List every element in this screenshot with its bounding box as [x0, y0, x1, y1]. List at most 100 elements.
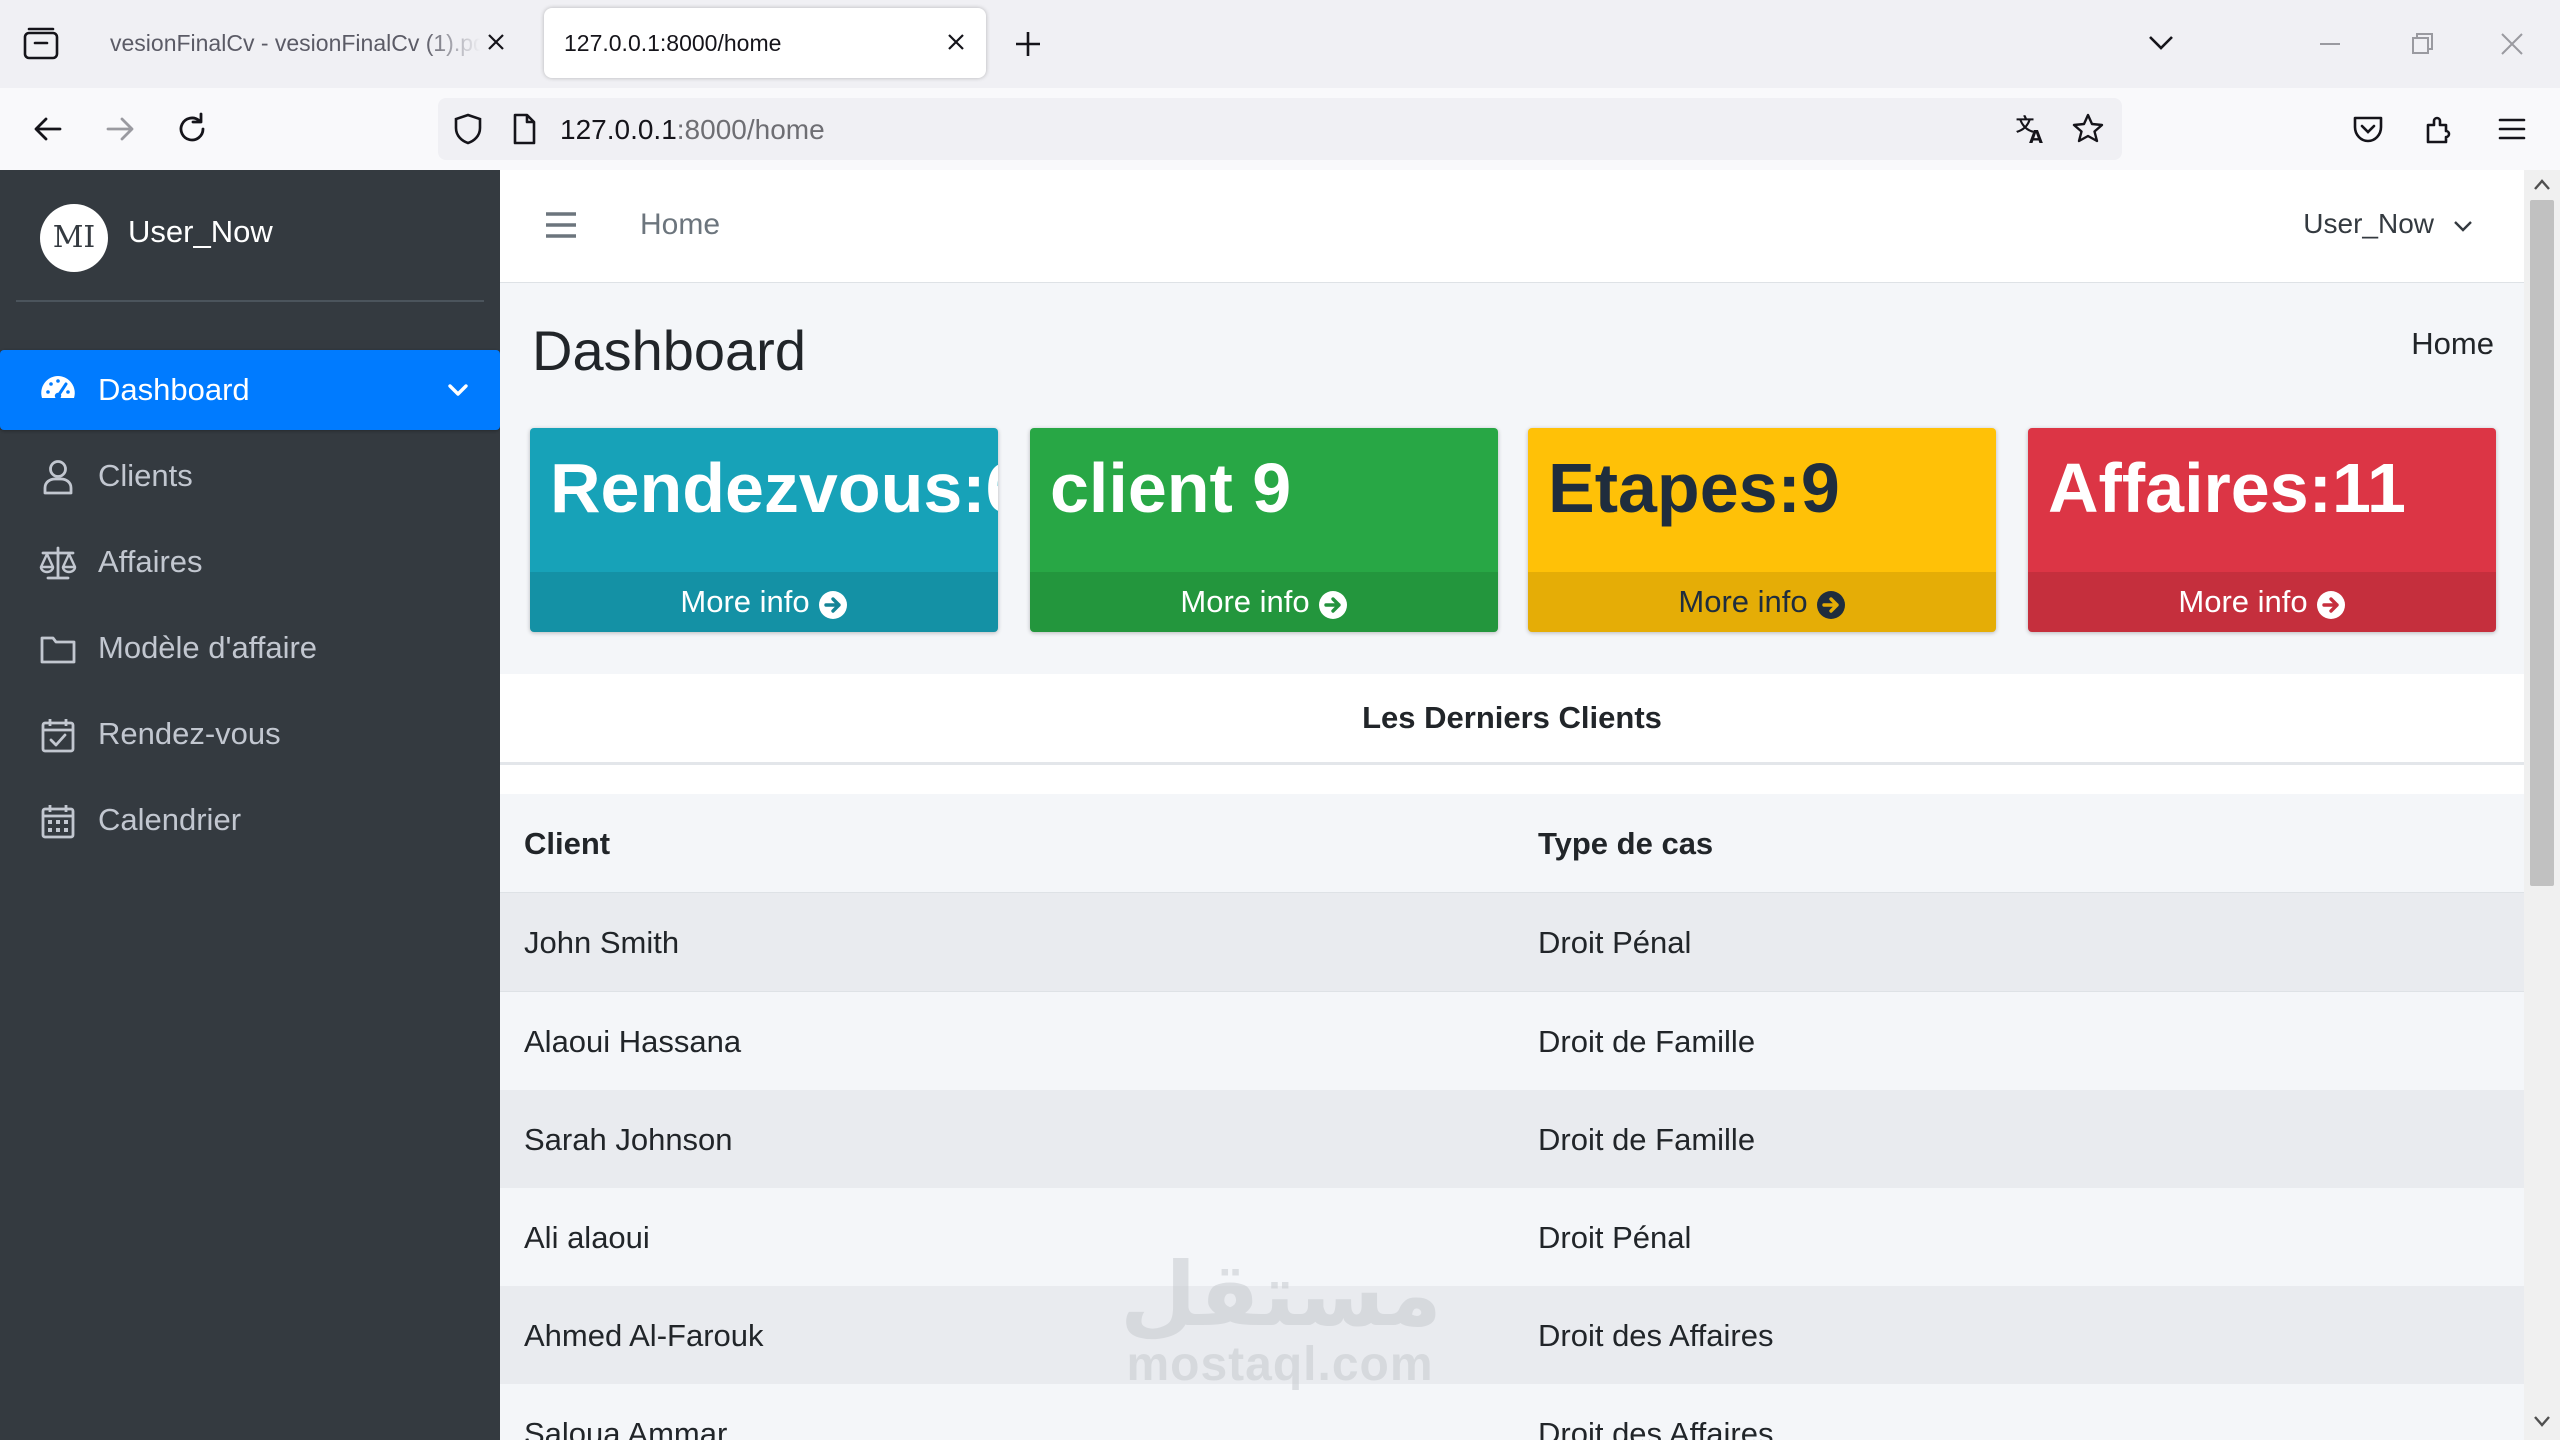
table-row: Sarah Johnson Droit de Famille	[500, 1090, 2524, 1189]
page-icon	[513, 113, 536, 145]
sidebar-item-modele-affaire[interactable]: Modèle d'affaire	[0, 608, 500, 688]
latest-clients-card: Les Derniers Clients Client Type de cas …	[500, 674, 2524, 1440]
sidebar-item-label: Dashboard	[98, 372, 250, 407]
arrow-circle-right-icon	[818, 590, 847, 619]
case-type: Droit Pénal	[1538, 1220, 1692, 1255]
new-tab-icon[interactable]	[1012, 28, 1044, 60]
table-row: John Smith Droit Pénal	[500, 893, 2524, 992]
tab-pdf[interactable]: vesionFinalCv - vesionFinalCv (1).pdf	[90, 8, 526, 78]
browser-tab-bar: vesionFinalCv - vesionFinalCv (1).pdf 12…	[0, 0, 2560, 88]
client-name: Saloua Ammar	[524, 1416, 728, 1440]
watermark-latin: mostaql.com	[1126, 1338, 1434, 1391]
arrow-circle-right-icon	[2316, 590, 2345, 619]
main-content: Home User_Now Dashboard Home Rendezvous:…	[500, 170, 2524, 1440]
more-info-link[interactable]: More info	[2028, 572, 2496, 632]
back-arrow-icon[interactable]	[30, 111, 66, 147]
column-header-type: Type de cas	[1538, 826, 1714, 861]
brand[interactable]: ΜI User_Now	[0, 170, 500, 304]
minimize-icon[interactable]	[2314, 28, 2346, 60]
pocket-icon[interactable]	[2350, 111, 2386, 147]
stat-box-rendezvous: Rendezvous:6 More info	[530, 428, 998, 632]
sidebar-item-affaires[interactable]: Affaires	[0, 522, 500, 602]
bookmark-star-icon[interactable]	[2070, 111, 2106, 147]
case-type: Droit Pénal	[1538, 925, 1692, 960]
tab-title: vesionFinalCv - vesionFinalCv (1).pdf	[110, 30, 480, 56]
more-info-link[interactable]: More info	[1528, 572, 1996, 632]
list-all-tabs-chevron-icon[interactable]	[2146, 30, 2176, 56]
browser-nav-bar: 127.0.0.1:8000/home 文A	[0, 88, 2560, 171]
tab-home[interactable]: 127.0.0.1:8000/home	[544, 8, 986, 78]
case-type: Droit des Affaires	[1538, 1416, 1774, 1440]
calendar-check-icon	[41, 719, 75, 753]
restore-icon[interactable]	[2406, 28, 2438, 60]
arrow-circle-right-icon	[1318, 590, 1347, 619]
close-window-icon[interactable]	[2496, 28, 2528, 60]
sidebar-item-label: Modèle d'affaire	[98, 630, 318, 665]
arrow-circle-right-icon	[1816, 590, 1845, 619]
case-type: Droit de Famille	[1538, 1024, 1756, 1059]
calendar-icon	[41, 805, 75, 839]
sidebar-item-label: Clients	[98, 458, 193, 493]
user-dropdown[interactable]: User_Now	[2303, 208, 2474, 240]
stat-box-etapes: Etapes:9 More info	[1528, 428, 1996, 632]
close-icon[interactable]	[944, 30, 968, 54]
stat-value: Affaires:11	[2048, 449, 2406, 527]
translate-icon[interactable]: 文A	[2014, 111, 2050, 147]
scroll-down-icon[interactable]	[2533, 1414, 2551, 1428]
extensions-icon[interactable]	[2422, 111, 2458, 147]
stat-value: Rendezvous:6	[550, 449, 998, 527]
sidebar-item-label: Calendrier	[98, 802, 242, 837]
sidebar: ΜI User_Now Dashboard Clients Affaires M…	[0, 170, 500, 1440]
user-name: User_Now	[2303, 208, 2434, 239]
url-text[interactable]: 127.0.0.1:8000/home	[560, 114, 825, 146]
breadcrumb[interactable]: Home	[2411, 326, 2494, 362]
tachometer-icon	[41, 376, 75, 400]
table-row: Ali alaoui Droit Pénal	[500, 1188, 2524, 1287]
brand-name: User_Now	[128, 214, 273, 249]
balance-scale-icon	[39, 546, 77, 580]
tab-title: 127.0.0.1:8000/home	[564, 30, 782, 56]
nav-home-link[interactable]: Home	[640, 208, 720, 242]
sidebar-item-clients[interactable]: Clients	[0, 436, 500, 516]
client-name: Ahmed Al-Farouk	[524, 1318, 764, 1353]
sidebar-item-dashboard[interactable]: Dashboard	[0, 350, 500, 430]
shield-icon[interactable]	[450, 111, 486, 147]
firefox-view-icon[interactable]	[22, 26, 60, 62]
stat-box-affaires: Affaires:11 More info	[2028, 428, 2496, 632]
reload-icon[interactable]	[174, 111, 210, 147]
watermark-arabic: مستقل	[1120, 1243, 1442, 1346]
page-title: Dashboard	[532, 319, 806, 382]
more-info-link[interactable]: More info	[530, 572, 998, 632]
client-name: Ali alaoui	[524, 1220, 650, 1255]
menu-icon[interactable]	[2494, 111, 2530, 147]
table-row: Saloua Ammar Droit des Affaires	[500, 1384, 2524, 1440]
more-info-link[interactable]: More info	[1030, 572, 1498, 632]
user-icon	[43, 460, 73, 495]
client-name: Alaoui Hassana	[524, 1024, 742, 1059]
table-row: Ahmed Al-Farouk Droit des Affaires	[500, 1286, 2524, 1385]
case-type: Droit de Famille	[1538, 1122, 1756, 1157]
client-name: Sarah Johnson	[524, 1122, 733, 1157]
table-header: Client Type de cas	[500, 794, 2524, 895]
sidebar-item-calendrier[interactable]: Calendrier	[0, 780, 500, 860]
divider	[16, 300, 484, 302]
hamburger-menu-icon[interactable]	[544, 210, 578, 240]
top-navbar: Home User_Now	[500, 170, 2524, 283]
brand-logo: ΜI	[40, 204, 108, 272]
card-header: Les Derniers Clients	[500, 674, 2524, 765]
address-bar[interactable]: 127.0.0.1:8000/home 文A	[438, 98, 2122, 160]
scroll-up-icon[interactable]	[2533, 178, 2551, 192]
sidebar-item-label: Rendez-vous	[98, 716, 281, 751]
sidebar-item-label: Affaires	[98, 544, 203, 579]
chevron-down-icon	[2454, 220, 2472, 232]
folder-icon	[40, 636, 76, 664]
forward-arrow-icon[interactable]	[102, 111, 138, 147]
page-scrollbar[interactable]	[2524, 170, 2560, 1440]
chevron-down-icon	[448, 384, 468, 396]
scrollbar-thumb[interactable]	[2530, 200, 2554, 886]
table-row: Alaoui Hassana Droit de Famille	[500, 992, 2524, 1091]
close-icon[interactable]	[484, 30, 508, 54]
sidebar-item-rendez-vous[interactable]: Rendez-vous	[0, 694, 500, 774]
case-type: Droit des Affaires	[1538, 1318, 1774, 1353]
client-name: John Smith	[524, 925, 680, 960]
